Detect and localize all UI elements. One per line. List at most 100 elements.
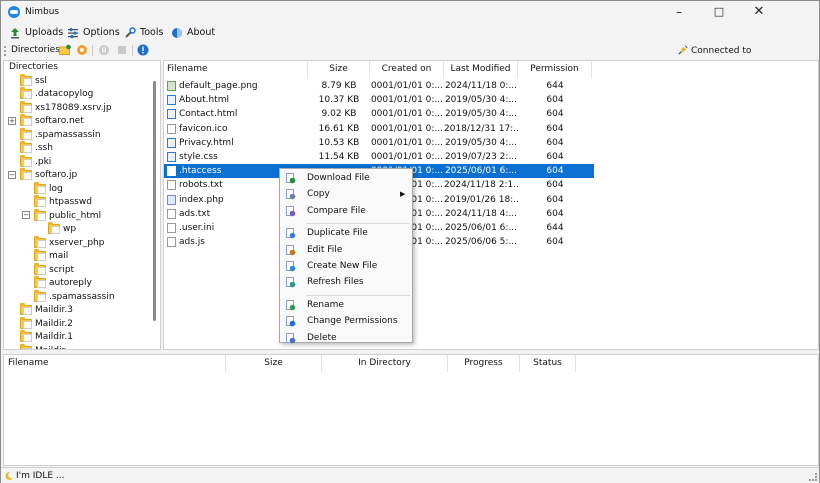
tree-item[interactable]: Maildir.3: [20, 303, 73, 317]
status-bar: I'm IDLE ...: [1, 467, 819, 483]
context-menu: Download File Copy ▶ Compare File Duplicate …: [279, 168, 413, 343]
copy-icon: [285, 189, 296, 200]
file-row[interactable]: Privacy.html 10.53 KB 0001/01/01 0:... 2019…: [164, 136, 594, 150]
file-name: Contact.html: [179, 109, 238, 120]
tree-item[interactable]: Maildir: [20, 343, 65, 350]
file-modified: 2024/11/18 2:1...: [444, 180, 518, 191]
transfer-column-header[interactable]: Size: [226, 355, 322, 372]
tree-item[interactable]: Maildir.2: [20, 316, 73, 330]
context-menu-item[interactable]: Delete: [280, 331, 412, 346]
column-header[interactable]: Size: [308, 61, 370, 78]
file-row[interactable]: Contact.html 9.02 KB 0001/01/01 0:... 2019/…: [164, 107, 594, 121]
directory-scrollbar[interactable]: [152, 73, 158, 343]
info-button[interactable]: [137, 44, 149, 56]
file-row[interactable]: About.html 10.37 KB 0001/01/01 0:... 2019/0…: [164, 93, 594, 107]
tree-item[interactable]: log: [34, 181, 63, 195]
column-header[interactable]: Last Modified: [444, 61, 518, 78]
tree-item[interactable]: mail: [34, 249, 68, 263]
tree-item[interactable]: htpasswd: [34, 195, 92, 209]
file-name: default_page.png: [179, 81, 258, 91]
tree-item[interactable]: autoreply: [34, 276, 92, 290]
menu-about[interactable]: About: [171, 26, 215, 40]
tree-item[interactable]: public_html: [34, 208, 101, 222]
tree-item[interactable]: .spamassassin: [20, 127, 101, 141]
stop-button[interactable]: [116, 44, 128, 56]
transfer-column-header[interactable]: Progress: [448, 355, 520, 372]
pause-button[interactable]: [98, 44, 110, 56]
tree-item-label: xs178089.xsrv.jp: [35, 102, 112, 113]
context-menu-item[interactable]: Change Permissions: [280, 314, 412, 329]
file-perm: 604: [546, 194, 564, 205]
menu-uploads[interactable]: Uploads: [9, 26, 63, 40]
file-modified: 2025/06/06 5:...: [444, 237, 518, 248]
context-menu-item[interactable]: Copy ▶: [280, 187, 412, 202]
directory-tree[interactable]: Directories ssl .datacopylog xs178089.xsrv…: [3, 60, 161, 350]
tree-item[interactable]: ssl: [20, 73, 47, 87]
file-row[interactable]: default_page.png 8.79 KB 0001/01/01 0:... 2…: [164, 79, 594, 93]
file-icon: [167, 208, 176, 219]
scrollbar-thumb[interactable]: [153, 81, 156, 321]
tree-item[interactable]: script: [34, 262, 74, 276]
toolbar-divider: [132, 45, 133, 56]
folder-icon: [20, 87, 32, 99]
file-modified: 2018/12/31 17:...: [444, 123, 518, 134]
context-menu-item[interactable]: Compare File: [280, 204, 412, 219]
menu-tools[interactable]: Tools: [124, 26, 163, 40]
html-file-icon: [167, 95, 176, 106]
tree-item-label: Maildir.3: [35, 305, 73, 315]
file-modified: 2025/06/01 6:...: [444, 166, 518, 177]
resize-grip[interactable]: [809, 473, 817, 481]
context-menu-item[interactable]: Create New File: [280, 259, 412, 274]
tree-item-label: Maildir: [35, 346, 65, 350]
transfer-column-header[interactable]: Filename: [4, 355, 226, 372]
file-row[interactable]: favicon.ico 16.61 KB 0001/01/01 0:... 2018/…: [164, 122, 594, 136]
tree-item[interactable]: .ssh: [20, 141, 53, 155]
file-modified: 2019/05/30 4:...: [444, 137, 518, 148]
context-menu-item[interactable]: Download File: [280, 171, 412, 186]
minimize-button[interactable]: –: [659, 1, 699, 23]
html-file-icon: [167, 137, 176, 148]
settings-button[interactable]: [76, 44, 88, 56]
new-folder-button[interactable]: [59, 44, 71, 56]
tree-item[interactable]: .datacopylog: [20, 87, 93, 101]
close-button[interactable]: ✕: [739, 1, 779, 23]
tree-item-label: log: [49, 183, 63, 194]
html-file-icon: [167, 109, 176, 120]
tree-item[interactable]: Maildir.1: [20, 330, 73, 344]
file-row[interactable]: style.css 11.54 KB 0001/01/01 0:... 2019/07…: [164, 150, 594, 164]
menu-options[interactable]: Options: [67, 26, 120, 40]
transfer-column-header[interactable]: In Directory: [322, 355, 448, 372]
folder-icon: [34, 235, 46, 248]
tree-item[interactable]: .pki: [20, 154, 51, 168]
tree-item[interactable]: softaro.net: [20, 114, 84, 128]
folder-icon: [34, 249, 46, 261]
new-file-icon: [285, 261, 296, 272]
cloud-icon: [8, 6, 20, 18]
tree-expander[interactable]: −: [8, 170, 16, 179]
file-name: favicon.ico: [179, 123, 228, 134]
tree-item[interactable]: .spamassassin: [34, 289, 115, 303]
context-menu-item[interactable]: Refresh Files: [280, 275, 412, 290]
folder-icon: [34, 208, 46, 221]
tree-item[interactable]: xs178089.xsrv.jp: [20, 100, 112, 114]
tree-item[interactable]: wp: [48, 222, 76, 236]
tree-expander[interactable]: −: [22, 211, 30, 219]
context-menu-item[interactable]: Rename: [280, 298, 412, 313]
upload-icon: [9, 27, 21, 39]
tree-item[interactable]: softaro.jp: [20, 168, 77, 182]
context-menu-item[interactable]: Edit File: [280, 243, 412, 258]
column-header[interactable]: Created on: [370, 61, 444, 78]
folder-icon: [20, 100, 32, 113]
menu-separator: [306, 223, 410, 225]
column-header[interactable]: Filename: [164, 61, 308, 78]
context-menu-item-label: Change Permissions: [307, 316, 398, 327]
tree-expander[interactable]: +: [8, 116, 16, 125]
tree-item[interactable]: xserver_php: [34, 235, 104, 249]
connection-status-text: Connected to: [691, 45, 752, 56]
file-modified: 2024/11/18 4:...: [444, 208, 518, 219]
context-menu-item[interactable]: Duplicate File: [280, 226, 412, 241]
folder-icon: [34, 289, 46, 302]
column-header[interactable]: Permission: [518, 61, 592, 78]
maximize-button[interactable]: □: [699, 1, 739, 23]
transfer-column-header[interactable]: Status: [520, 355, 576, 372]
